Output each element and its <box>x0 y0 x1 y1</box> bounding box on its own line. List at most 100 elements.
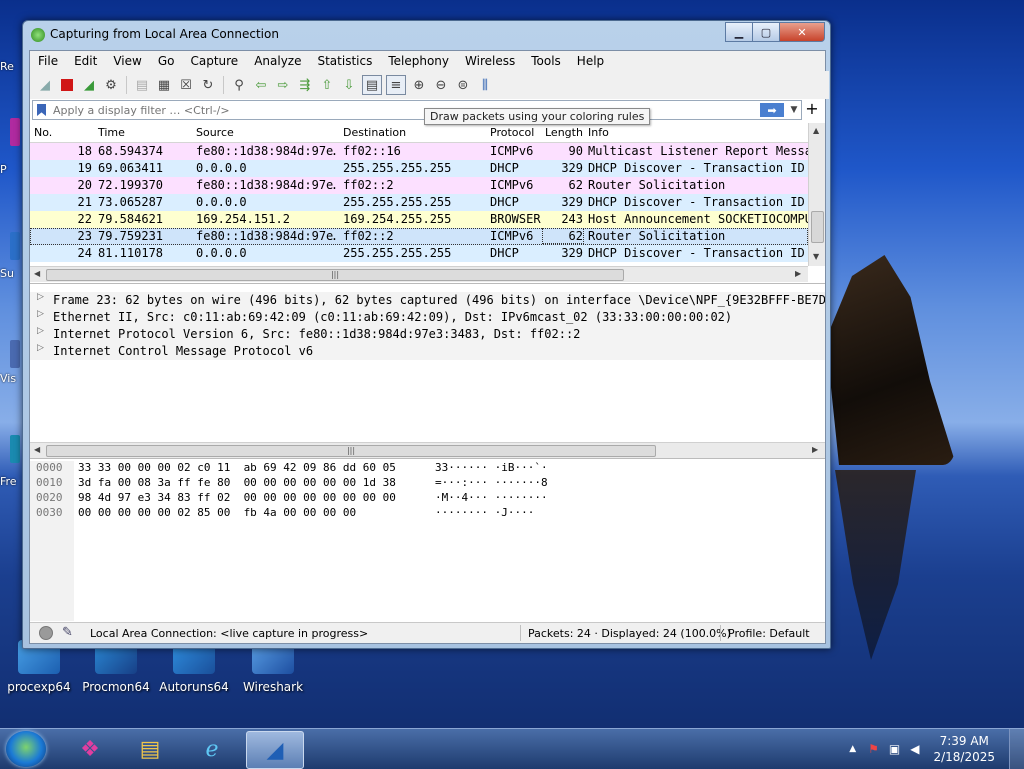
start-capture-icon[interactable]: ◢ <box>36 76 54 94</box>
volume-muted-icon[interactable]: ◀ <box>910 742 919 756</box>
desktop-edge-icon[interactable] <box>10 340 20 368</box>
save-file-icon[interactable]: ▦ <box>155 76 173 94</box>
expert-info-icon[interactable] <box>39 626 53 640</box>
zoom-out-icon[interactable]: ⊖ <box>432 76 450 94</box>
bytes-ascii[interactable]: 33······ ·iB···`· <box>435 461 548 474</box>
filter-history-chevron-icon[interactable]: ▼ <box>787 105 801 115</box>
close-button[interactable]: ✕ <box>779 22 825 42</box>
close-file-icon[interactable]: ☒ <box>177 76 195 94</box>
bytes-hex[interactable]: 00 00 00 00 00 02 85 00 fb 4a 00 00 00 0… <box>78 506 356 519</box>
go-to-packet-icon[interactable]: ⇶ <box>296 76 314 94</box>
add-filter-button[interactable]: + <box>803 100 821 118</box>
capture-options-icon[interactable]: ⚙ <box>102 76 120 94</box>
packet-row[interactable]: 19 69.063411 0.0.0.0 255.255.255.255 DHCP 329… <box>30 160 808 177</box>
menu-go[interactable]: Go <box>150 54 183 68</box>
go-back-icon[interactable]: ⇦ <box>252 76 270 94</box>
reload-file-icon[interactable]: ↻ <box>199 76 217 94</box>
scroll-up-icon[interactable]: ▲ <box>813 126 819 135</box>
profile-text[interactable]: Profile: Default <box>728 627 810 640</box>
packet-list-hscrollbar[interactable]: ◀ ||| ▶ <box>30 266 808 282</box>
start-button[interactable] <box>6 731 46 767</box>
normal-size-icon[interactable]: ⊜ <box>454 76 472 94</box>
bytes-hex[interactable]: 98 4d 97 e3 34 83 ff 02 00 00 00 00 00 0… <box>78 491 396 504</box>
scroll-right-icon[interactable]: ▶ <box>795 269 801 278</box>
desktop-edge-icon[interactable] <box>10 118 20 146</box>
column-header-length[interactable]: Length <box>545 126 583 139</box>
menu-statistics[interactable]: Statistics <box>309 54 380 68</box>
show-hidden-icons-icon[interactable]: ▲ <box>849 744 856 754</box>
expand-arrow-icon[interactable]: ▷ <box>37 326 44 336</box>
go-forward-icon[interactable]: ⇨ <box>274 76 292 94</box>
menu-help[interactable]: Help <box>569 54 612 68</box>
action-center-flag-icon[interactable]: ⚑ <box>868 742 879 756</box>
show-desktop-button[interactable] <box>1009 729 1024 769</box>
desktop-edge-label[interactable]: Re <box>0 60 14 73</box>
desktop-edge-icon[interactable] <box>10 232 20 260</box>
internet-explorer-icon[interactable]: ℯ <box>184 731 240 767</box>
column-header-info[interactable]: Info <box>588 126 808 139</box>
column-header-source[interactable]: Source <box>196 126 336 139</box>
menu-file[interactable]: File <box>30 54 66 68</box>
bytes-ascii[interactable]: ·M··4··· ········ <box>435 491 548 504</box>
packet-row[interactable]: 24 81.110178 0.0.0.0 255.255.255.255 DHCP 329… <box>30 245 808 262</box>
apply-filter-icon[interactable]: ➡ <box>760 103 784 117</box>
packet-row[interactable]: 23 79.759231 fe80::1d38:984d:97e… ff02::2 IC… <box>30 228 808 245</box>
detail-row-ethernet[interactable]: ▷ Ethernet II, Src: c0:11:ab:69:42:09 (c… <box>30 309 825 326</box>
file-explorer-icon[interactable]: ▤ <box>122 731 178 767</box>
scrollbar-thumb[interactable] <box>811 211 824 243</box>
column-header-no[interactable]: No. <box>34 126 96 139</box>
expand-arrow-icon[interactable]: ▷ <box>37 343 44 353</box>
column-header-protocol[interactable]: Protocol <box>490 126 545 139</box>
colorize-icon[interactable]: ≡ <box>386 75 406 95</box>
packet-row[interactable]: 18 68.594374 fe80::1d38:984d:97e… ff02::16 I… <box>30 143 808 160</box>
detail-row-frame[interactable]: ▷ Frame 23: 62 bytes on wire (496 bits),… <box>30 292 825 309</box>
desktop-edge-label[interactable]: Fre <box>0 475 17 488</box>
capture-comment-icon[interactable]: ✎ <box>62 625 73 640</box>
resize-columns-icon[interactable]: ⫼ <box>476 76 494 94</box>
wireshark-taskbar-icon[interactable]: ◢ <box>246 731 304 769</box>
minimize-button[interactable]: ▁ <box>725 22 753 42</box>
menu-tools[interactable]: Tools <box>523 54 569 68</box>
menu-telephony[interactable]: Telephony <box>380 54 457 68</box>
last-packet-icon[interactable]: ⇩ <box>340 76 358 94</box>
title-bar[interactable]: Capturing from Local Area Connection ▁ ▢… <box>23 21 830 49</box>
menu-wireless[interactable]: Wireless <box>457 54 523 68</box>
scrollbar-thumb[interactable]: ||| <box>46 269 624 281</box>
bytes-ascii[interactable]: =···:··· ·······8 <box>435 476 548 489</box>
scroll-down-icon[interactable]: ▼ <box>813 252 819 261</box>
detail-row-ipv6[interactable]: ▷ Internet Protocol Version 6, Src: fe80… <box>30 326 825 343</box>
zoom-in-icon[interactable]: ⊕ <box>410 76 428 94</box>
maximize-button[interactable]: ▢ <box>752 22 780 42</box>
bytes-hex[interactable]: 3d fa 00 08 3a ff fe 80 00 00 00 00 00 0… <box>78 476 396 489</box>
column-header-destination[interactable]: Destination <box>343 126 483 139</box>
scroll-left-icon[interactable]: ◀ <box>34 269 40 278</box>
menu-view[interactable]: View <box>105 54 149 68</box>
expand-arrow-icon[interactable]: ▷ <box>37 292 44 302</box>
desktop-edge-label[interactable]: Vis <box>0 372 16 385</box>
expand-arrow-icon[interactable]: ▷ <box>37 309 44 319</box>
display-filter-input[interactable] <box>51 102 760 118</box>
stop-capture-icon[interactable] <box>58 76 76 94</box>
scrollbar-thumb[interactable]: ||| <box>46 445 656 457</box>
packet-row[interactable]: 21 73.065287 0.0.0.0 255.255.255.255 DHCP 329… <box>30 194 808 211</box>
bytes-hex[interactable]: 33 33 00 00 00 02 c0 11 ab 69 42 09 86 d… <box>78 461 396 474</box>
column-header-time[interactable]: Time <box>98 126 188 139</box>
desktop-edge-icon[interactable] <box>10 435 20 463</box>
packet-row[interactable]: 22 79.584621 169.254.151.2 169.254.255.255 B… <box>30 211 808 228</box>
app-launcher-icon[interactable]: ❖ <box>62 731 118 767</box>
desktop-edge-label[interactable]: Su <box>0 267 14 280</box>
detail-row-icmpv6[interactable]: ▷ Internet Control Message Protocol v6 <box>30 343 825 360</box>
find-packet-icon[interactable]: ⚲ <box>230 76 248 94</box>
clock[interactable]: 7:39 AM 2/18/2025 <box>933 733 995 765</box>
menu-capture[interactable]: Capture <box>182 54 246 68</box>
open-file-icon[interactable]: ▤ <box>133 76 151 94</box>
packet-list-vscrollbar[interactable]: ▲ ▼ <box>808 123 825 266</box>
autoscroll-icon[interactable]: ▤ <box>362 75 382 95</box>
packet-details-hscrollbar[interactable]: ◀ ||| ▶ <box>30 442 825 458</box>
scroll-right-icon[interactable]: ▶ <box>812 445 818 454</box>
menu-edit[interactable]: Edit <box>66 54 105 68</box>
scroll-left-icon[interactable]: ◀ <box>34 445 40 454</box>
menu-analyze[interactable]: Analyze <box>246 54 309 68</box>
desktop-edge-label[interactable]: P <box>0 163 7 176</box>
packet-row[interactable]: 20 72.199370 fe80::1d38:984d:97e… ff02::2 IC… <box>30 177 808 194</box>
